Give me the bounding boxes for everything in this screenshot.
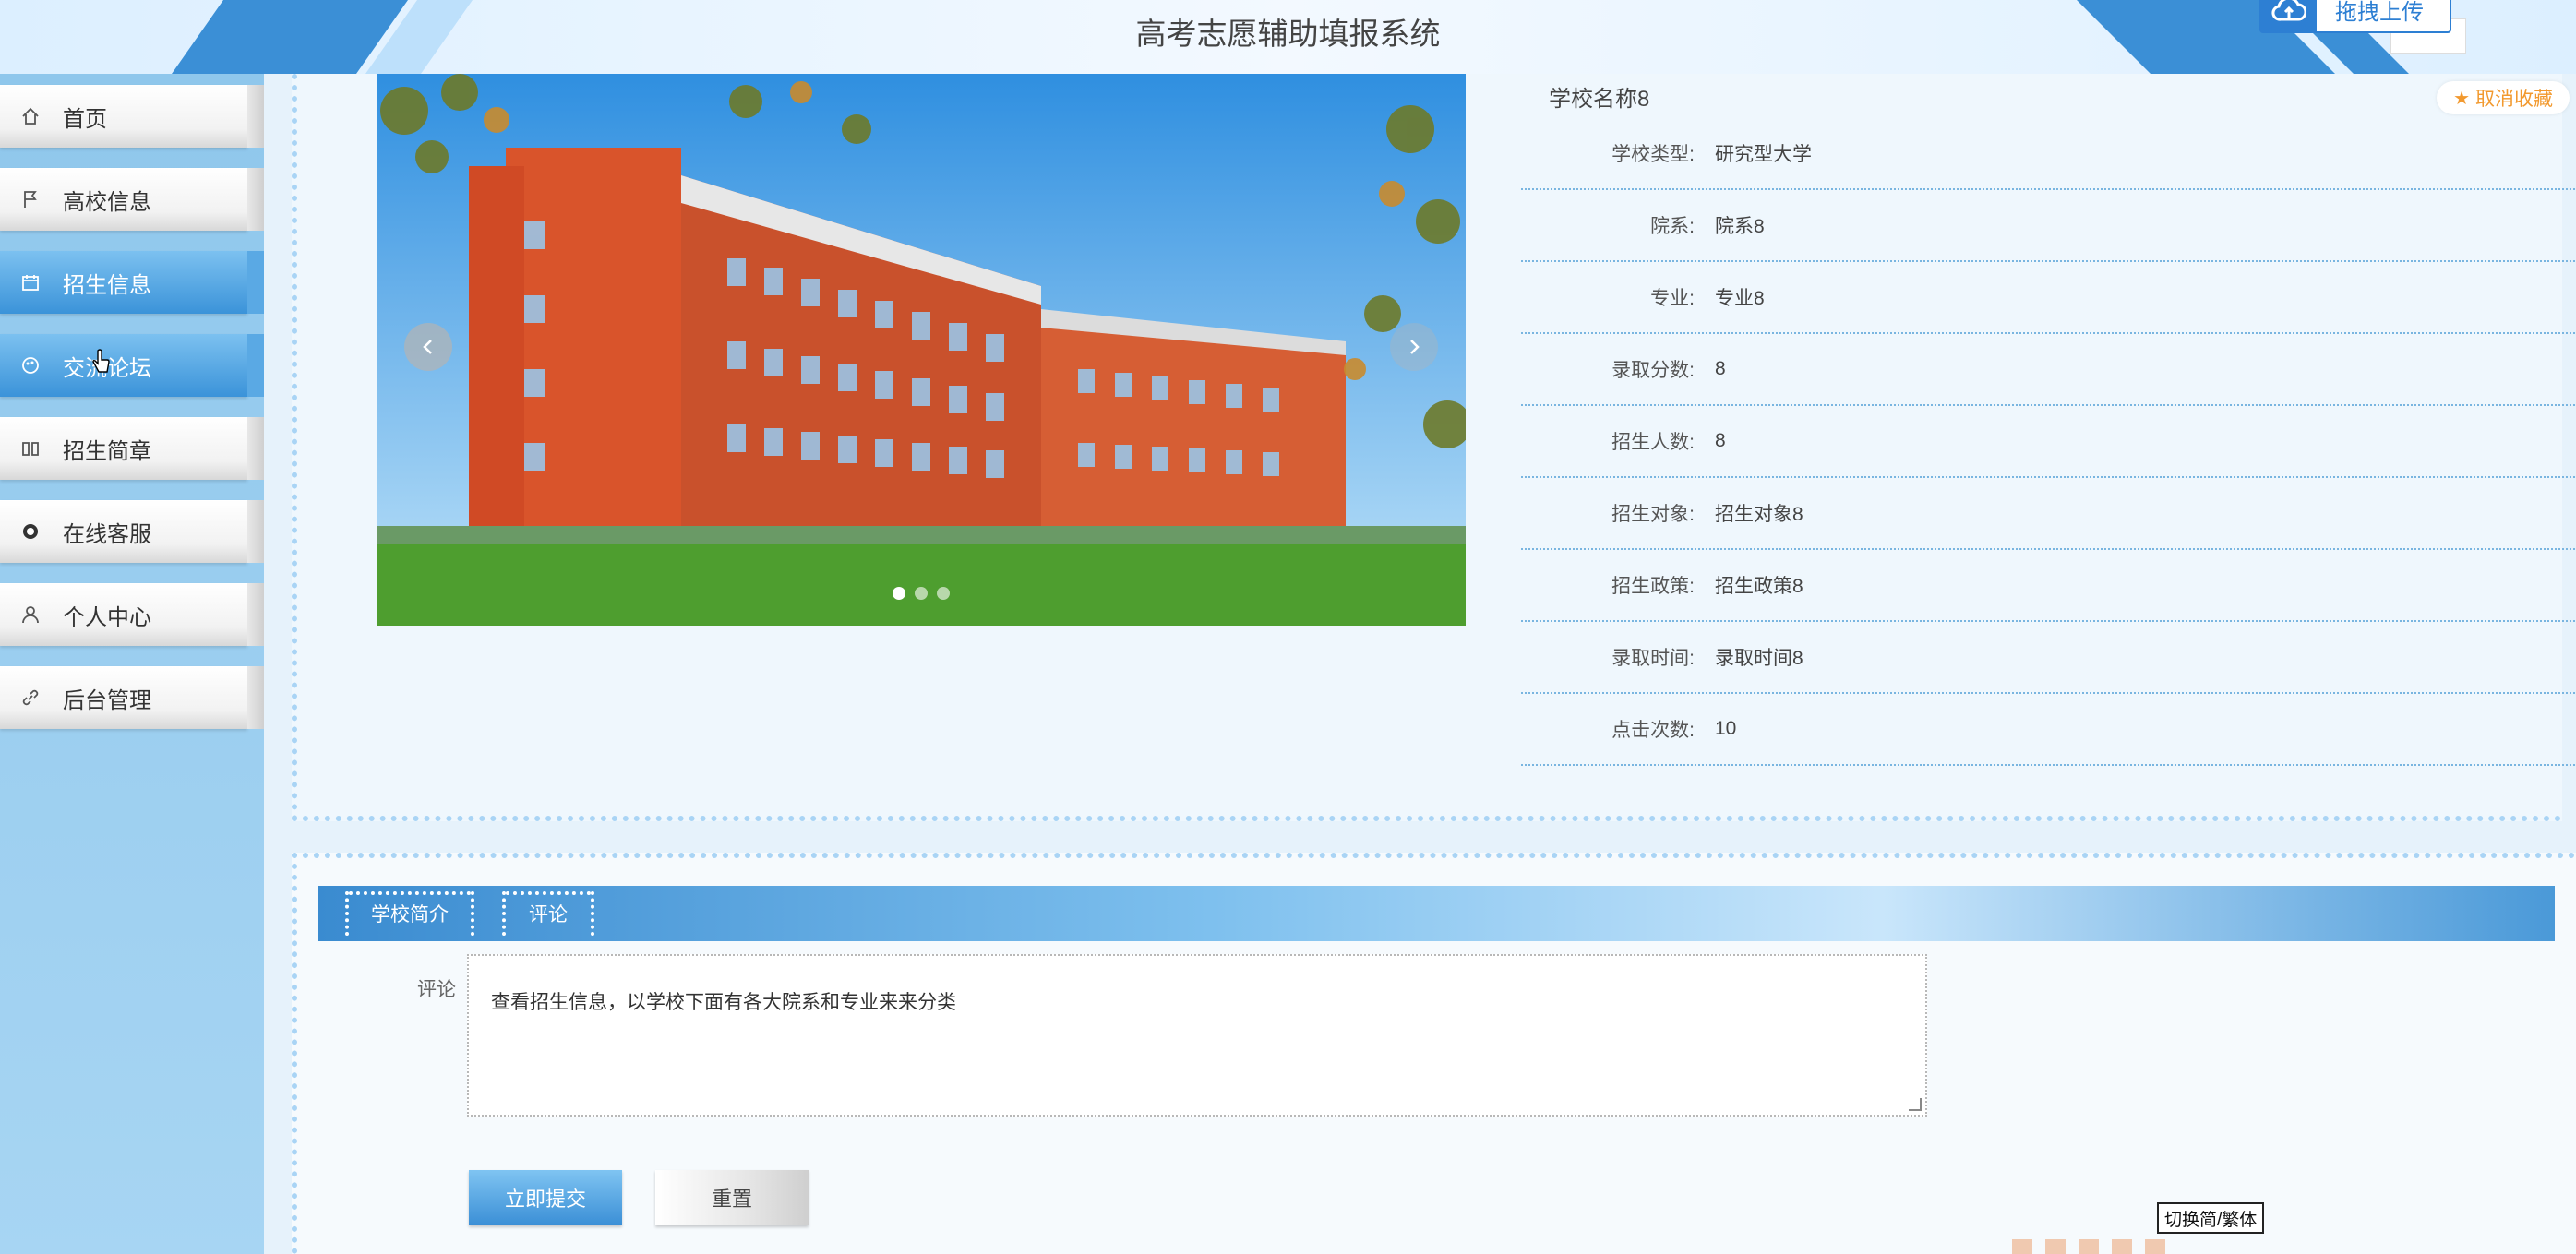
sidebar-item-label: 招生信息 bbox=[63, 272, 151, 298]
info-value: 招生政策8 bbox=[1715, 576, 1803, 597]
school-detail-panel: 学校名称8 ★ 取消收藏 学校类型: 研究型大学 院系: 院系8 专业: 专业8… bbox=[292, 74, 2576, 821]
flag-icon bbox=[18, 187, 42, 211]
submit-label: 立即提交 bbox=[504, 1188, 586, 1211]
info-key: 点击次数: bbox=[1611, 720, 1695, 741]
campus-building-image bbox=[377, 74, 1466, 626]
tab-label: 学校简介 bbox=[371, 904, 449, 926]
info-value: 专业8 bbox=[1715, 288, 1765, 309]
info-value: 8 bbox=[1715, 358, 1726, 379]
resize-handle-icon[interactable] bbox=[1909, 1098, 1922, 1111]
tab-school-intro[interactable]: 学校简介 bbox=[345, 891, 474, 936]
book-icon bbox=[18, 436, 42, 460]
lang-toggle-button[interactable]: 切换简/繁体 bbox=[2157, 1202, 2265, 1234]
info-key: 院系: bbox=[1650, 216, 1695, 237]
school-info: 学校名称8 ★ 取消收藏 学校类型: 研究型大学 院系: 院系8 专业: 专业8… bbox=[1521, 74, 2576, 766]
sidebar-item-label: 招生简章 bbox=[63, 438, 151, 464]
info-row-department: 院系: 院系8 bbox=[1521, 190, 2576, 262]
sidebar-item-label: 个人中心 bbox=[63, 604, 151, 630]
info-row-school-type: 学校类型: 研究型大学 bbox=[1521, 118, 2576, 190]
info-value: 研究型大学 bbox=[1715, 144, 1812, 165]
comment-panel: 学校简介 评论 评论 查看招生信息，以学校下面有各大院系和专业来来分类 立即提交… bbox=[292, 853, 2576, 1254]
unfavorite-button[interactable]: ★ 取消收藏 bbox=[2437, 81, 2570, 114]
info-value: 院系8 bbox=[1715, 216, 1765, 237]
sidebar-item-support[interactable]: 在线客服 bbox=[0, 500, 264, 563]
comment-field-label: 评论 bbox=[417, 979, 456, 1000]
sidebar-item-brochure[interactable]: 招生简章 bbox=[0, 417, 264, 480]
sidebar-item-label: 后台管理 bbox=[63, 687, 151, 713]
link-icon bbox=[18, 686, 42, 710]
info-value: 8 bbox=[1715, 430, 1726, 451]
info-key: 专业: bbox=[1650, 288, 1695, 309]
comment-text: 查看招生信息，以学校下面有各大院系和专业来来分类 bbox=[491, 992, 956, 1013]
info-key: 录取时间: bbox=[1611, 648, 1695, 669]
sidebar-item-forum[interactable]: 交流论坛 bbox=[0, 334, 264, 397]
user-icon bbox=[18, 603, 42, 627]
footer-icon[interactable] bbox=[2112, 1239, 2132, 1254]
info-row-enrollment: 招生人数: 8 bbox=[1521, 406, 2576, 478]
carousel-dot[interactable] bbox=[893, 587, 905, 600]
info-value: 10 bbox=[1715, 718, 1737, 739]
footer-icon[interactable] bbox=[2012, 1239, 2032, 1254]
info-key: 招生政策: bbox=[1611, 576, 1695, 597]
cloud-upload-icon bbox=[2261, 0, 2317, 31]
info-key: 招生对象: bbox=[1611, 504, 1695, 525]
header: 高考志愿辅助填报系统 拖拽上传 bbox=[0, 0, 2576, 74]
footer-icon[interactable] bbox=[2145, 1239, 2165, 1254]
school-name-row: 学校名称8 ★ 取消收藏 bbox=[1521, 74, 2576, 118]
sidebar-item-profile[interactable]: 个人中心 bbox=[0, 583, 264, 646]
info-key: 招生人数: bbox=[1611, 432, 1695, 453]
upload-label: 拖拽上传 bbox=[2335, 0, 2424, 25]
info-row-clicks: 点击次数: 10 bbox=[1521, 694, 2576, 766]
sidebar-item-colleges[interactable]: 高校信息 bbox=[0, 168, 264, 231]
main-content: 学校名称8 ★ 取消收藏 学校类型: 研究型大学 院系: 院系8 专业: 专业8… bbox=[264, 74, 2576, 1254]
submit-button[interactable]: 立即提交 bbox=[469, 1170, 622, 1225]
page-title: 高考志愿辅助填报系统 bbox=[1135, 17, 1441, 51]
carousel-prev-button[interactable] bbox=[404, 323, 452, 371]
palette-icon bbox=[18, 353, 42, 377]
sidebar-item-home[interactable]: 首页 bbox=[0, 85, 264, 148]
info-row-major: 专业: 专业8 bbox=[1521, 262, 2576, 334]
tab-label: 评论 bbox=[529, 904, 568, 926]
footer-icon[interactable] bbox=[2045, 1239, 2066, 1254]
carousel-next-button[interactable] bbox=[1390, 323, 1438, 371]
info-row-admission-time: 录取时间: 录取时间8 bbox=[1521, 622, 2576, 694]
sidebar-item-label: 在线客服 bbox=[63, 521, 151, 547]
detail-tabs: 学校简介 评论 bbox=[318, 886, 2555, 941]
tab-comment[interactable]: 评论 bbox=[502, 891, 594, 936]
chat-icon bbox=[18, 520, 42, 543]
drag-upload-button[interactable]: 拖拽上传 bbox=[2259, 0, 2451, 33]
sidebar: 首页 高校信息 招生信息 交流论坛 招生简章 在线客服 bbox=[0, 74, 264, 1254]
hand-cursor-icon bbox=[92, 349, 110, 373]
info-key: 学校类型: bbox=[1611, 144, 1695, 165]
footer-icon[interactable] bbox=[2079, 1239, 2099, 1254]
school-name: 学校名称8 bbox=[1549, 86, 1650, 112]
reset-button[interactable]: 重置 bbox=[655, 1170, 809, 1225]
carousel-indicators bbox=[377, 587, 1466, 600]
comment-textarea[interactable]: 查看招生信息，以学校下面有各大院系和专业来来分类 bbox=[467, 954, 1927, 1117]
carousel-dot[interactable] bbox=[915, 587, 928, 600]
sidebar-item-label: 高校信息 bbox=[63, 189, 151, 215]
info-row-target: 招生对象: 招生对象8 bbox=[1521, 478, 2576, 550]
image-carousel[interactable] bbox=[377, 74, 1466, 626]
home-icon bbox=[18, 104, 42, 128]
star-icon: ★ bbox=[2453, 88, 2470, 109]
sidebar-item-label: 首页 bbox=[63, 106, 107, 132]
carousel-dot[interactable] bbox=[937, 587, 950, 600]
info-value: 招生对象8 bbox=[1715, 504, 1803, 525]
info-value: 录取时间8 bbox=[1715, 648, 1803, 669]
info-key: 录取分数: bbox=[1611, 360, 1695, 381]
calendar-icon bbox=[18, 270, 42, 294]
footer-toolbar bbox=[2012, 1239, 2165, 1254]
reset-label: 重置 bbox=[711, 1188, 752, 1211]
sidebar-item-admin[interactable]: 后台管理 bbox=[0, 666, 264, 729]
chevron-right-icon bbox=[1410, 340, 1420, 354]
unfavorite-label: 取消收藏 bbox=[2475, 89, 2553, 110]
info-row-admission-score: 录取分数: 8 bbox=[1521, 334, 2576, 406]
sidebar-item-admissions[interactable]: 招生信息 bbox=[0, 251, 264, 314]
chevron-left-icon bbox=[423, 340, 432, 354]
info-row-policy: 招生政策: 招生政策8 bbox=[1521, 550, 2576, 622]
